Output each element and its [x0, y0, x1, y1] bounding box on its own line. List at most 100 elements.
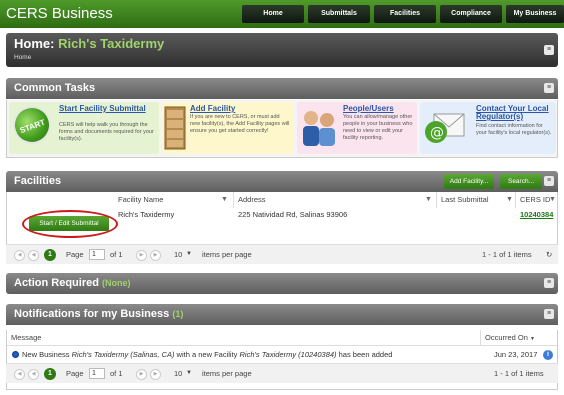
- app-brand: CERS Business: [6, 5, 113, 22]
- main-nav: Home Submittals Facilities Compliance My…: [242, 5, 564, 23]
- col-occurred-on-label: Occurred On: [485, 333, 528, 342]
- page-summary: 1 - 1 of 1 items: [494, 369, 544, 378]
- filter-icon[interactable]: ▼: [425, 196, 432, 203]
- start-icon: START: [7, 100, 57, 150]
- task-desc: You can allow/manage other people in you…: [343, 114, 413, 141]
- top-bar: CERS Business Home Submittals Facilities…: [0, 0, 564, 28]
- page-label: Page: [66, 369, 84, 378]
- business-name: Rich's Taxidermy: [58, 36, 165, 51]
- collapse-icon[interactable]: ≡: [544, 309, 554, 319]
- task-contact-regulator[interactable]: @ Contact Your Local Regulator(s) Find c…: [420, 102, 556, 154]
- task-desc: Find contact information for your facili…: [476, 123, 552, 136]
- first-page-icon[interactable]: ◀: [14, 369, 25, 380]
- collapse-icon[interactable]: ≡: [544, 83, 554, 93]
- page-summary: 1 - 1 of 1 items: [482, 250, 532, 259]
- page-size-select[interactable]: 10: [174, 369, 182, 378]
- email-icon: @: [425, 113, 465, 143]
- page-label: Page: [66, 250, 84, 259]
- task-desc: CERS will help walk you through the form…: [59, 122, 154, 142]
- task-desc: If you are new to CERS, or must add new …: [190, 114, 290, 134]
- facilities-pager: ◀ ◀ 1 Page 1 of 1 ▶ ▶ 10 ▼ items per pag…: [6, 244, 558, 264]
- task-title[interactable]: Contact Your Local Regulator(s): [476, 105, 554, 121]
- refresh-icon[interactable]: ↻: [546, 250, 552, 259]
- next-page-icon[interactable]: ▶: [136, 250, 147, 261]
- per-page-label: items per page: [202, 369, 252, 378]
- notifications-pager: ◀ ◀ 1 Page 1 of 1 ▶ ▶ 10 ▼ items per pag…: [6, 363, 558, 383]
- common-tasks-panel: START Start Facility Submittal CERS will…: [6, 100, 558, 158]
- action-required-count: (None): [102, 278, 131, 288]
- per-page-label: items per page: [202, 250, 252, 259]
- msg-business: Rich's Taxidermy (Salinas, CA): [71, 350, 175, 359]
- msg-facility: Rich's Taxidermy (10240384): [239, 350, 337, 359]
- col-facility-name[interactable]: Facility Name: [114, 192, 234, 208]
- collapse-icon[interactable]: ≡: [544, 278, 554, 288]
- col-last-submittal[interactable]: Last Submittal: [437, 192, 516, 208]
- search-button[interactable]: Search...: [500, 174, 542, 189]
- task-people-users[interactable]: People/Users You can allow/manage other …: [297, 102, 417, 154]
- action-required-title: Action Required (None): [14, 277, 131, 289]
- msg-suffix: has been added: [336, 350, 393, 359]
- nav-facilities[interactable]: Facilities: [374, 5, 436, 23]
- page-of-label: of 1: [110, 369, 123, 378]
- nav-home[interactable]: Home: [242, 5, 304, 23]
- col-occurred-on[interactable]: Occurred On ▼: [481, 330, 557, 346]
- task-title[interactable]: People/Users: [343, 105, 415, 113]
- task-title[interactable]: Add Facility: [190, 105, 290, 113]
- last-page-icon[interactable]: ▶: [150, 369, 161, 380]
- home-header: Home: Rich's Taxidermy Home ≡: [6, 33, 558, 67]
- add-facility-button[interactable]: Add Facility...: [444, 174, 494, 189]
- page-title-prefix: Home:: [14, 36, 59, 51]
- task-title[interactable]: Start Facility Submittal: [59, 105, 154, 113]
- first-page-icon[interactable]: ◀: [14, 250, 25, 261]
- action-required-header: Action Required (None) ≡: [6, 273, 558, 294]
- notifications-count: (1): [172, 309, 184, 319]
- highlight-annotation: [22, 210, 118, 238]
- chevron-down-icon[interactable]: ▼: [186, 370, 192, 376]
- filter-icon[interactable]: ▼: [221, 196, 228, 203]
- collapse-icon[interactable]: ≡: [544, 176, 554, 186]
- notification-message: New Business Rich's Taxidermy (Salinas, …: [22, 350, 482, 359]
- task-start-submittal[interactable]: START Start Facility Submittal CERS will…: [7, 100, 159, 154]
- nav-submittals[interactable]: Submittals: [308, 5, 370, 23]
- next-page-icon[interactable]: ▶: [136, 369, 147, 380]
- action-required-label: Action Required: [14, 277, 99, 289]
- page-input[interactable]: 1: [89, 368, 105, 379]
- facilities-header: Facilities Add Facility... Search... ≡: [6, 171, 558, 192]
- current-page-number[interactable]: 1: [44, 368, 56, 380]
- notifications-header: Notifications for my Business (1) ≡: [6, 304, 558, 325]
- page-title: Home: Rich's Taxidermy: [14, 36, 164, 51]
- facility-name-cell: Rich's Taxidermy: [118, 210, 175, 219]
- col-message[interactable]: Message: [7, 330, 481, 346]
- info-icon[interactable]: i: [543, 350, 553, 360]
- current-page-number[interactable]: 1: [44, 249, 56, 261]
- common-tasks-title: Common Tasks: [14, 82, 96, 94]
- notifications-title: Notifications for my Business (1): [14, 308, 183, 320]
- page-input[interactable]: 1: [89, 249, 105, 260]
- facilities-title: Facilities: [14, 175, 62, 187]
- chevron-down-icon[interactable]: ▼: [186, 251, 192, 257]
- page-size-select[interactable]: 10: [174, 250, 182, 259]
- prev-page-icon[interactable]: ◀: [28, 369, 39, 380]
- filter-icon[interactable]: ▼: [549, 196, 556, 203]
- collapse-icon[interactable]: ≡: [544, 45, 554, 55]
- sort-desc-icon: ▼: [530, 336, 535, 342]
- nav-compliance[interactable]: Compliance: [440, 5, 502, 23]
- prev-page-icon[interactable]: ◀: [28, 250, 39, 261]
- filter-icon[interactable]: ▼: [506, 196, 513, 203]
- notifications-label: Notifications for my Business: [14, 308, 170, 320]
- last-page-icon[interactable]: ▶: [150, 250, 161, 261]
- address-cell: 225 Natividad Rd, Salinas 93906: [238, 210, 348, 219]
- notification-date: Jun 23, 2017: [494, 350, 538, 359]
- msg-mid: with a new Facility: [174, 350, 240, 359]
- breadcrumb[interactable]: Home: [14, 54, 31, 61]
- people-icon: [303, 111, 335, 146]
- cers-id-link[interactable]: 10240384: [520, 210, 553, 219]
- page-of-label: of 1: [110, 250, 123, 259]
- task-add-facility[interactable]: Add Facility If you are new to CERS, or …: [162, 102, 294, 154]
- col-address[interactable]: Address: [234, 192, 437, 208]
- notification-status-icon: [12, 351, 19, 358]
- msg-prefix: New Business: [22, 350, 72, 359]
- common-tasks-header: Common Tasks ≡: [6, 78, 558, 99]
- filing-cabinet-icon: [164, 106, 186, 150]
- nav-my-business[interactable]: My Business: [506, 5, 564, 23]
